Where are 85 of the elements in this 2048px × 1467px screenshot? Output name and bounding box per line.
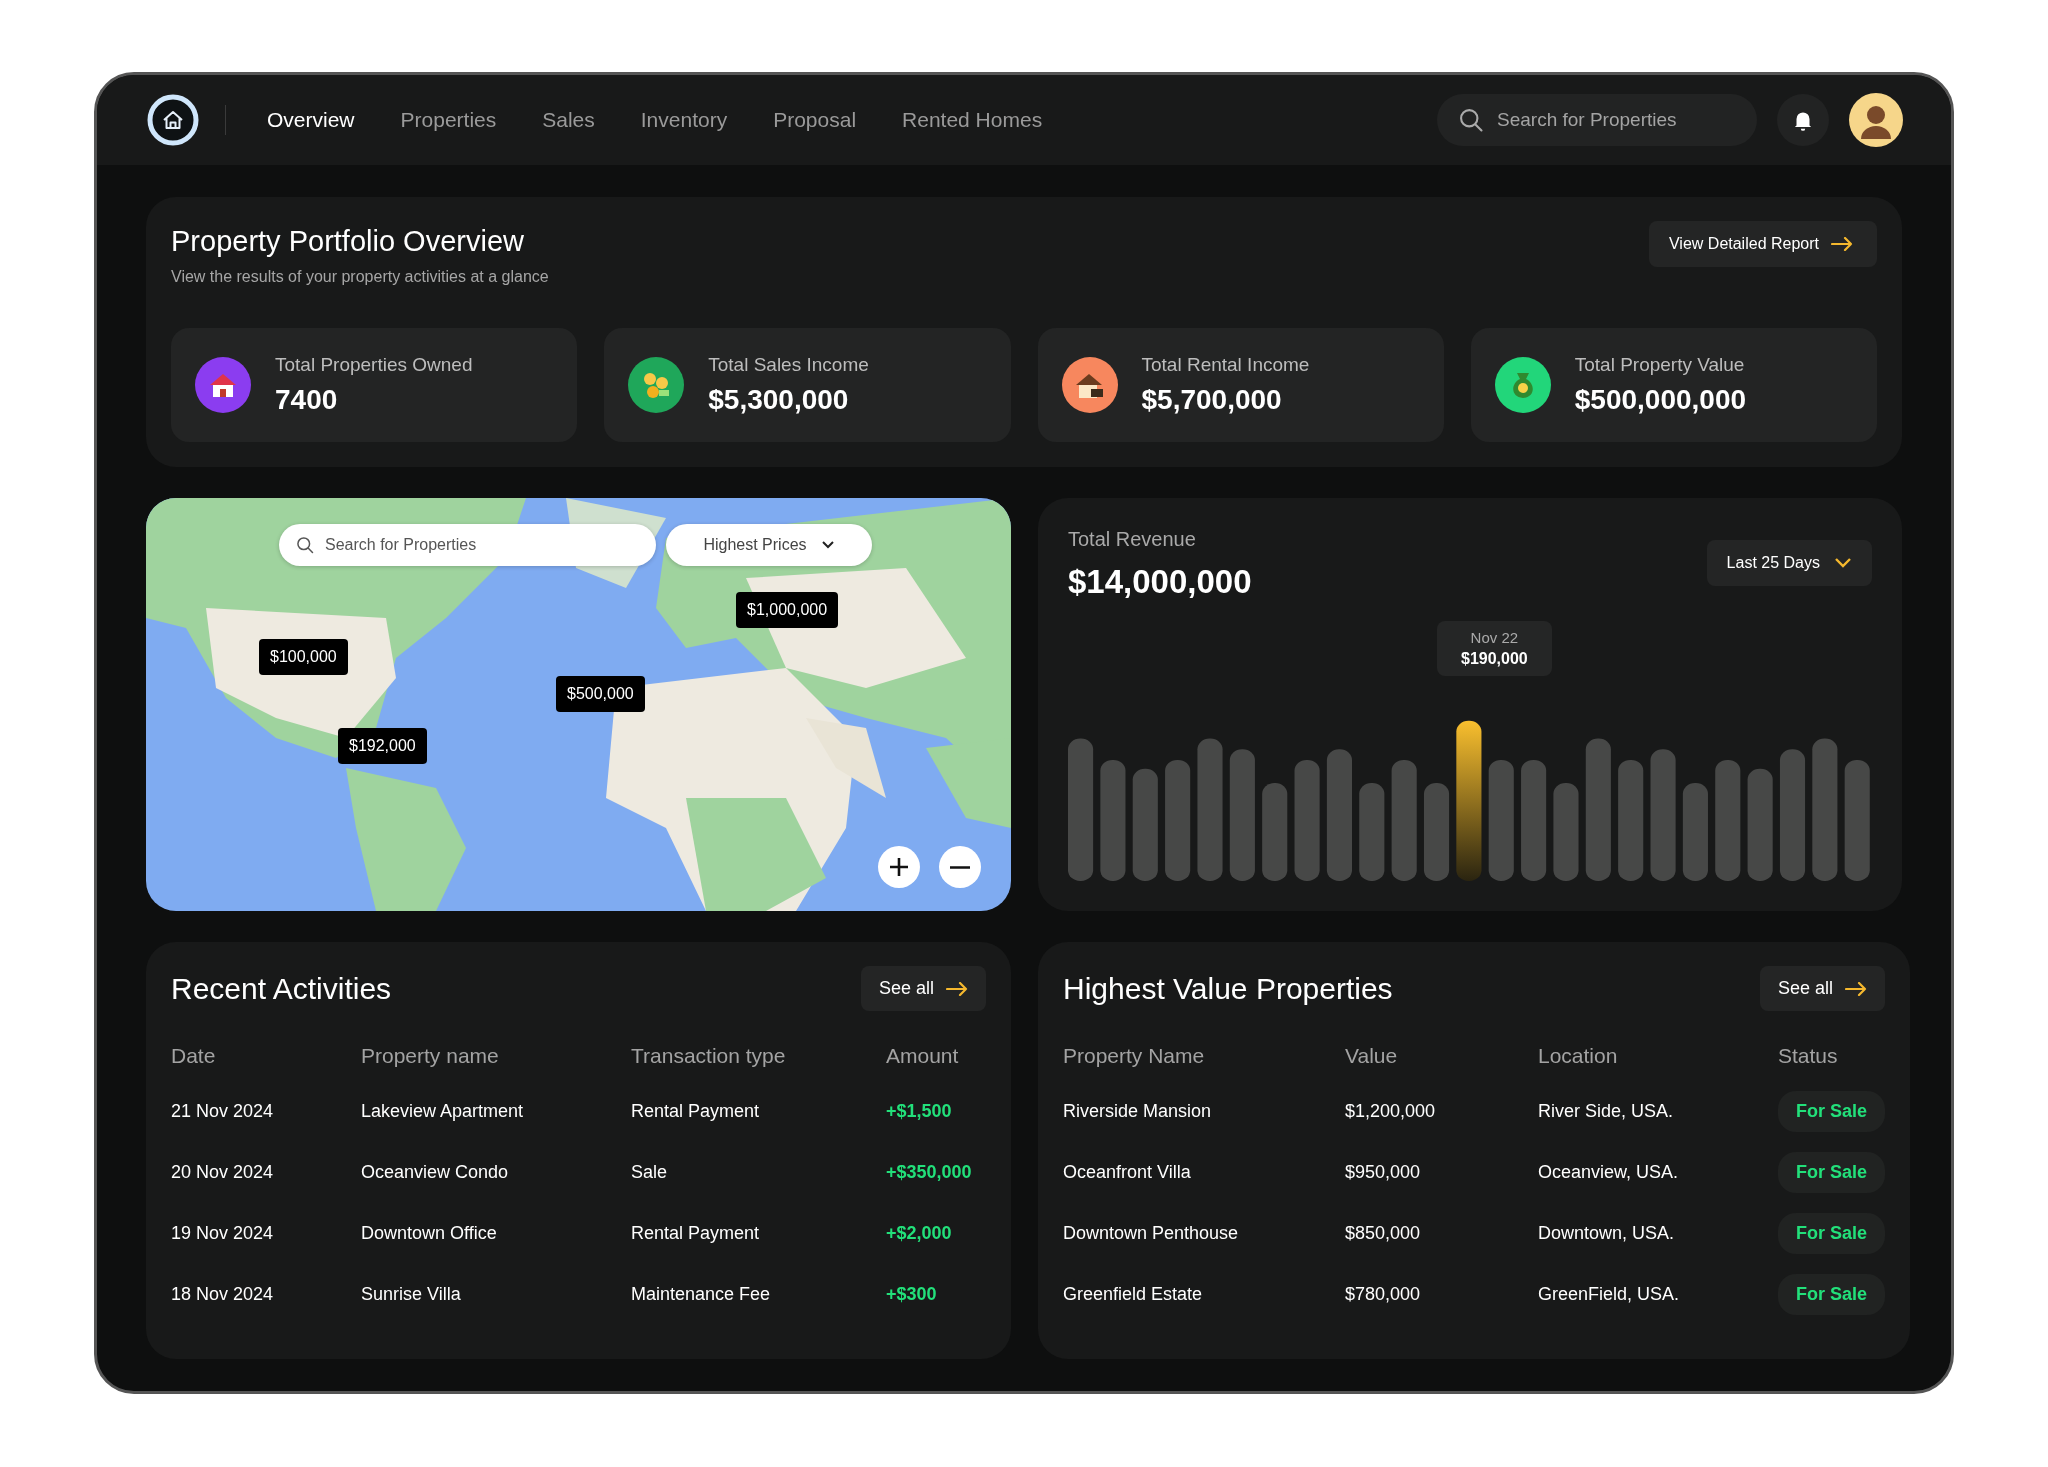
status-tag: For Sale xyxy=(1778,1274,1886,1315)
table-cell-text: Lakeview Apartment xyxy=(361,1100,525,1123)
table-cell-text: Oceanview Condo xyxy=(361,1161,510,1184)
table-cell-text: $780,000 xyxy=(1345,1283,1422,1306)
arrow-right-icon xyxy=(946,981,968,996)
plus-icon xyxy=(887,855,911,879)
arrow-right-icon xyxy=(1845,981,1868,996)
panel-subtitle: View the results of your property activities at a glance xyxy=(171,268,549,286)
table-cell-text: Sale xyxy=(631,1161,669,1184)
table-cell-text: Downtown Office xyxy=(361,1222,498,1245)
map-search-field[interactable]: Search for Properties xyxy=(279,524,656,566)
status-tag: For Sale xyxy=(1778,1091,1886,1132)
notification-bell-button[interactable] xyxy=(1777,94,1829,146)
nav-tab[interactable]: Rented Homes xyxy=(879,102,1066,138)
column-header: Property Name xyxy=(1063,1043,1206,1069)
stat-label: Total Properties Owned xyxy=(275,354,473,376)
table-cell-text: Downtown Penthouse xyxy=(1063,1222,1240,1245)
table-cell-text: GreenField, USA. xyxy=(1538,1283,1681,1306)
column-header: Status xyxy=(1778,1043,1839,1069)
table-cell-text: Rental Payment xyxy=(631,1222,761,1245)
stat-value: $5,700,000 xyxy=(1141,384,1283,416)
avatar[interactable] xyxy=(1849,93,1903,147)
see-all-button[interactable]: See all xyxy=(860,966,986,1011)
nav-tab[interactable]: Properties xyxy=(377,102,520,138)
price-filter-dropdown[interactable]: Highest Prices xyxy=(666,524,872,566)
status-tag: For Sale xyxy=(1778,1152,1886,1193)
table-cell-text: $950,000 xyxy=(1345,1161,1422,1184)
stat-label: Total Rental Income xyxy=(1141,354,1310,376)
column-header: Transaction type xyxy=(631,1043,787,1069)
search-icon xyxy=(295,535,315,555)
amount-cell-text: +$2,000 xyxy=(886,1222,953,1245)
nav-tab[interactable]: Overview xyxy=(244,102,378,138)
price-pin[interactable]: $192,000 xyxy=(338,728,427,764)
table-cell-text: Riverside Mansion xyxy=(1063,1100,1213,1123)
stat-value: 7400 xyxy=(275,384,339,416)
search-field[interactable]: Search for Properties xyxy=(1437,94,1757,146)
stat-value: $5,300,000 xyxy=(708,384,850,416)
column-header: Value xyxy=(1345,1043,1399,1069)
panel-title: Property Portfolio Overview xyxy=(171,225,525,258)
tooltip-value: $190,000 xyxy=(1461,650,1528,668)
chevron-down-icon xyxy=(1834,557,1852,569)
column-header: Amount xyxy=(886,1043,960,1069)
table-cell-text: Greenfield Estate xyxy=(1063,1283,1204,1306)
panel-title: Highest Value Properties xyxy=(1063,971,1393,1006)
nav-tab[interactable]: Inventory xyxy=(617,102,751,138)
arrow-right-icon xyxy=(1831,237,1853,251)
table-cell-text: Sunrise Villa xyxy=(361,1283,462,1306)
stat-label: Total Sales Income xyxy=(708,354,869,376)
amount-cell-text: +$1,500 xyxy=(886,1100,953,1123)
table-cell-text: 19 Nov 2024 xyxy=(171,1222,275,1245)
panel-title: Recent Activities xyxy=(171,971,392,1006)
table-cell-text: 18 Nov 2024 xyxy=(171,1283,275,1306)
table-cell-text: 20 Nov 2024 xyxy=(171,1161,275,1184)
price-pin[interactable]: $100,000 xyxy=(259,639,348,675)
view-report-button[interactable]: View Detailed Report xyxy=(1649,221,1877,267)
table-cell-text: $850,000 xyxy=(1345,1222,1422,1245)
revenue-label: Total Revenue xyxy=(1068,528,1197,551)
table-cell-text: Downtown, USA. xyxy=(1538,1222,1676,1245)
column-header: Property name xyxy=(361,1043,500,1069)
minus-icon xyxy=(950,865,970,869)
table-cell-text: $1,200,000 xyxy=(1345,1100,1437,1123)
revenue-value: $14,000,000 xyxy=(1068,563,1252,601)
table-cell-text: 21 Nov 2024 xyxy=(171,1100,275,1123)
table-cell-text: Oceanfront Villa xyxy=(1063,1161,1192,1184)
see-all-button[interactable]: See all xyxy=(1760,966,1886,1011)
status-tag: For Sale xyxy=(1778,1213,1886,1254)
price-pin[interactable]: $1,000,000 xyxy=(736,592,839,628)
tooltip-date: Nov 22 xyxy=(1470,629,1519,646)
nav-tab[interactable]: Proposal xyxy=(750,102,880,138)
price-pin[interactable]: $500,000 xyxy=(556,676,645,712)
column-header: Location xyxy=(1538,1043,1619,1069)
search-icon xyxy=(1457,106,1485,134)
chevron-down-icon xyxy=(820,540,835,550)
table-cell-text: River Side, USA. xyxy=(1538,1100,1675,1123)
table-cell-text: Maintenance Fee xyxy=(631,1283,772,1306)
date-range-dropdown[interactable]: Last 25 Days xyxy=(1706,540,1872,586)
stat-label: Total Property Value xyxy=(1574,354,1746,376)
amount-cell-text: +$300 xyxy=(886,1283,938,1306)
nav-tab[interactable]: Sales xyxy=(519,102,618,138)
house-logo-icon[interactable] xyxy=(147,94,199,146)
stat-value: $500,000,000 xyxy=(1574,384,1747,416)
table-cell-text: Rental Payment xyxy=(631,1100,761,1123)
table-cell-text: Oceanview, USA. xyxy=(1538,1161,1680,1184)
amount-cell-text: +$350,000 xyxy=(886,1161,973,1184)
column-header: Date xyxy=(171,1043,217,1069)
